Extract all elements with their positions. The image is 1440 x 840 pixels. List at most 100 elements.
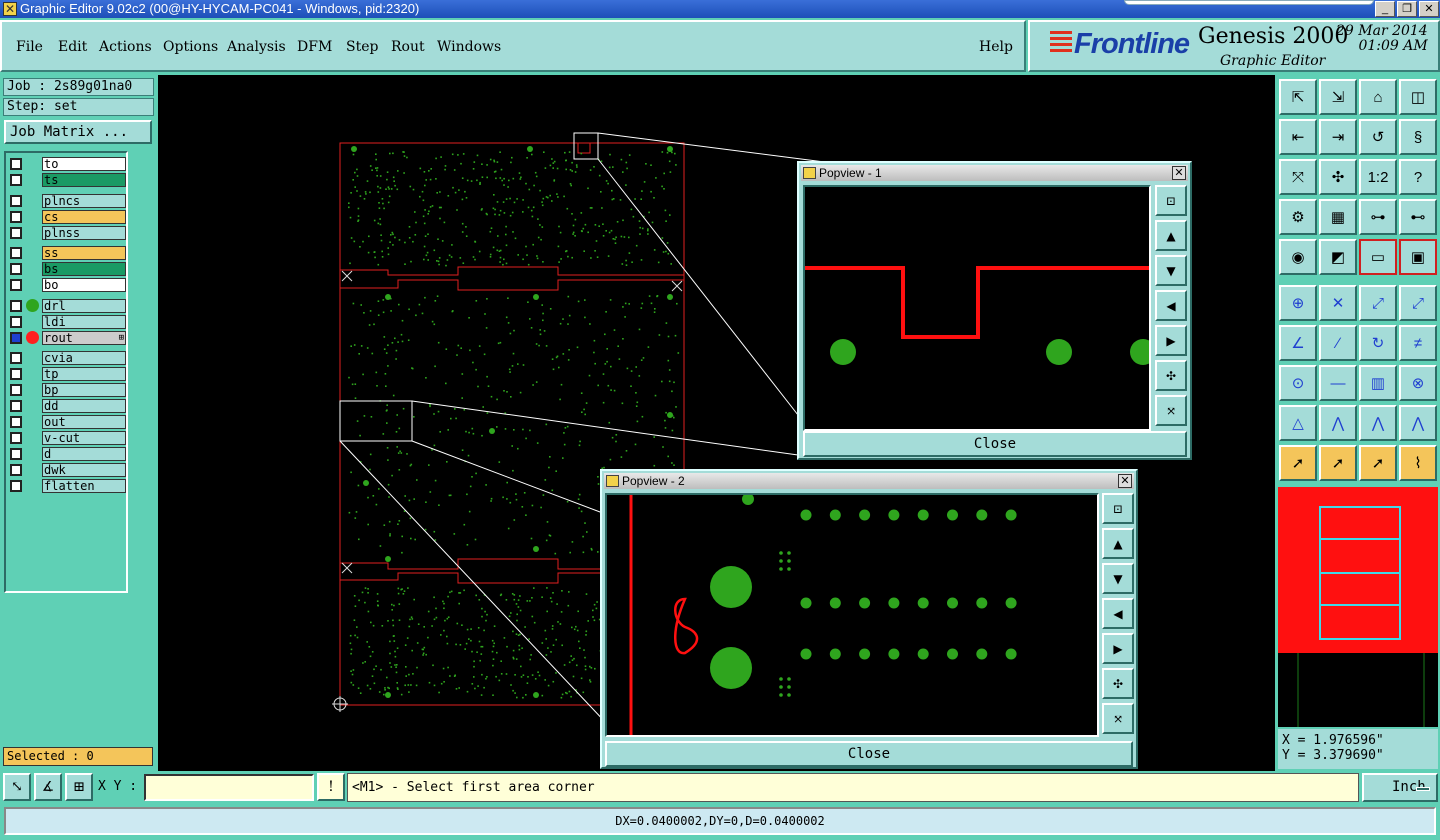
layer-row-cs[interactable]: cs xyxy=(8,209,126,224)
layer-checkbox[interactable] xyxy=(10,299,22,312)
layer-name[interactable]: dd xyxy=(42,399,126,413)
menu-help[interactable]: Help xyxy=(979,39,1013,55)
layer-row-v-cut[interactable]: v-cut xyxy=(8,431,126,445)
layer-row-drl[interactable]: drl xyxy=(8,298,126,313)
pad-add-icon[interactable]: ⊙ xyxy=(1279,365,1317,401)
snap-icon[interactable]: ⊶ xyxy=(1359,199,1397,235)
pan-right-icon[interactable]: ▶ xyxy=(1102,633,1134,664)
popview-1-close-icon[interactable]: ✕ xyxy=(1172,166,1186,180)
grid-icon[interactable]: ▦ xyxy=(1319,199,1357,235)
layer-row-plncs[interactable]: plncs xyxy=(8,193,126,208)
move-icon[interactable]: ⤢ xyxy=(1359,285,1397,321)
popview-2-window[interactable]: Popview - 2 ✕ ⊡ ▲ ▼ ◀ ▶ ✣ ⤧ Close xyxy=(600,469,1138,769)
pan-up-icon[interactable]: ▲ xyxy=(1155,220,1187,251)
layer-name[interactable]: ldi xyxy=(42,314,126,329)
pan-down-icon[interactable]: ▼ xyxy=(1102,563,1134,594)
delete-icon[interactable]: ✕ xyxy=(1319,285,1357,321)
menu-actions[interactable]: Actions xyxy=(99,39,152,55)
layer-name[interactable]: plnss xyxy=(42,225,126,240)
popview-2-view[interactable] xyxy=(605,493,1099,737)
layer-row-bs[interactable]: bs xyxy=(8,262,126,276)
line-add-icon[interactable]: — xyxy=(1319,365,1357,401)
angle-mode-icon[interactable]: ∡ xyxy=(34,773,62,801)
menu-rout[interactable]: Rout xyxy=(391,39,425,55)
layer-name[interactable]: drl xyxy=(42,298,126,313)
layer-checkbox[interactable] xyxy=(10,331,22,344)
layer-name[interactable]: out xyxy=(42,415,126,429)
zoom-fit-icon[interactable]: ⊡ xyxy=(1155,185,1187,216)
snap-mode-icon[interactable]: ⤡ xyxy=(3,773,31,801)
pan-right-icon[interactable]: ▶ xyxy=(1155,325,1187,356)
angle-icon[interactable]: ∠ xyxy=(1279,325,1317,361)
connect-icon[interactable]: ⊕ xyxy=(1279,285,1317,321)
pan-left-icon[interactable]: ◀ xyxy=(1102,598,1134,629)
layer-name[interactable]: plncs xyxy=(42,193,126,208)
settings-icon[interactable]: ⚙ xyxy=(1279,199,1317,235)
layer-name[interactable]: cvia xyxy=(42,351,126,365)
scale-icon[interactable]: 1:2 xyxy=(1359,159,1397,195)
layer-name[interactable]: flatten xyxy=(42,479,126,493)
window-icon[interactable]: ◫ xyxy=(1399,79,1437,115)
zoom-in-icon[interactable]: ✣ xyxy=(1102,668,1134,699)
layer-checkbox[interactable] xyxy=(10,416,22,428)
zoom-out-icon[interactable]: ⤧ xyxy=(1102,703,1134,734)
layer-checkbox[interactable] xyxy=(10,315,22,328)
popview-2-close-icon[interactable]: ✕ xyxy=(1118,474,1132,488)
layer-row-ldi[interactable]: ldi xyxy=(8,314,126,329)
units-selector[interactable]: Inch xyxy=(1362,773,1438,802)
zoom-home-icon[interactable]: ⇱ xyxy=(1279,79,1317,115)
layer-checkbox[interactable] xyxy=(10,194,22,207)
alert-icon[interactable]: ! xyxy=(317,773,345,801)
layer-name[interactable]: rout ⊞ xyxy=(42,330,126,345)
pan-up-icon[interactable]: ▲ xyxy=(1102,528,1134,559)
layer-row-plnss[interactable]: plnss xyxy=(8,225,126,240)
layer-name[interactable]: bp xyxy=(42,383,126,397)
pan-right-tool-icon[interactable]: ⇥ xyxy=(1319,119,1357,155)
pan-left-icon[interactable]: ◀ xyxy=(1155,290,1187,321)
layer-checkbox[interactable] xyxy=(10,480,22,492)
layer-row-ts[interactable]: ts xyxy=(8,173,126,187)
copy-icon[interactable]: ⤢ xyxy=(1399,285,1437,321)
menu-step[interactable]: Step xyxy=(346,39,378,55)
layer-checkbox[interactable] xyxy=(10,400,22,412)
layer-row-to[interactable]: to xyxy=(8,157,126,171)
layer-checkbox[interactable] xyxy=(10,432,22,444)
menu-dfm[interactable]: DFM xyxy=(297,39,332,55)
layer-checkbox[interactable] xyxy=(10,263,22,275)
layer-name[interactable]: tp xyxy=(42,367,126,381)
layer-name[interactable]: v-cut xyxy=(42,431,126,445)
layer-checkbox[interactable] xyxy=(10,448,22,460)
rotate-icon[interactable]: ↻ xyxy=(1359,325,1397,361)
feature-icon[interactable]: ⊗ xyxy=(1399,365,1437,401)
draw-icon[interactable]: ◩ xyxy=(1319,239,1357,275)
route-icon[interactable]: ⌇ xyxy=(1399,445,1437,481)
layer-checkbox[interactable] xyxy=(10,174,22,186)
popview-1-close-button[interactable]: Close xyxy=(803,431,1187,457)
app-icon[interactable] xyxy=(3,0,17,18)
zoom-step-icon[interactable]: ⇲ xyxy=(1319,79,1357,115)
layer-checkbox[interactable] xyxy=(10,384,22,396)
home-icon[interactable]: ⌂ xyxy=(1359,79,1397,115)
popview-1-view[interactable] xyxy=(803,185,1151,431)
popview-1-titlebar[interactable]: Popview - 1 ✕ xyxy=(801,165,1188,181)
layer-more-icon[interactable]: ⊞ xyxy=(119,332,124,344)
polygon-icon[interactable]: ⋀ xyxy=(1319,405,1357,441)
layer-checkbox[interactable] xyxy=(10,158,22,170)
fit-icon[interactable]: ⤧ xyxy=(1279,159,1317,195)
menu-windows[interactable]: Windows xyxy=(437,39,501,55)
zoom-out-icon[interactable]: ⤧ xyxy=(1155,395,1187,426)
pan-left-tool-icon[interactable]: ⇤ xyxy=(1279,119,1317,155)
layer-name[interactable]: bs xyxy=(42,262,126,276)
close-window-button[interactable]: ✕ xyxy=(1419,1,1439,17)
job-matrix-button[interactable]: Job Matrix ... xyxy=(4,120,152,144)
layer-name[interactable]: ts xyxy=(42,173,126,187)
layer-name[interactable]: cs xyxy=(42,209,126,224)
pan-down-icon[interactable]: ▼ xyxy=(1155,255,1187,286)
help-icon[interactable]: ? xyxy=(1399,159,1437,195)
center-icon[interactable]: ✣ xyxy=(1319,159,1357,195)
layer-checkbox[interactable] xyxy=(10,210,22,223)
pad-icon[interactable]: ▣ xyxy=(1399,239,1437,275)
xy-input[interactable] xyxy=(144,774,314,801)
layer-row-bp[interactable]: bp xyxy=(8,383,126,397)
layer-affected-icon[interactable] xyxy=(26,330,39,344)
